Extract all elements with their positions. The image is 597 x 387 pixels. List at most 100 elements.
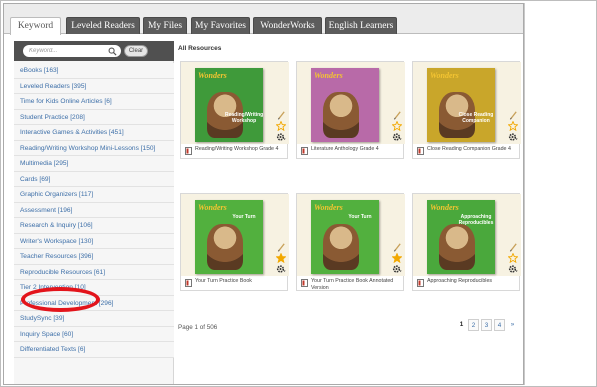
next-page-button[interactable]: » [507, 319, 518, 331]
keyword-search-input[interactable] [23, 45, 121, 57]
category-reproducible-resources[interactable]: Reproducible Resources [61] [14, 264, 174, 280]
category-differentiated-texts[interactable]: Differentiated Texts [6] [14, 342, 174, 358]
cover-area: Wonders Your Turn [181, 194, 289, 276]
edit-pencil-icon[interactable] [509, 110, 517, 120]
favorite-star-icon[interactable] [508, 253, 518, 263]
gear-menu-icon[interactable] [392, 132, 402, 142]
page-count-label: Page 1 of 506 [178, 324, 218, 331]
category-teacher-resources[interactable]: Teacher Resources [396] [14, 249, 174, 265]
category-assessment[interactable]: Assessment [196] [14, 202, 174, 218]
book-cover-image[interactable]: Wonders Your Turn [195, 200, 263, 274]
book-logo: Wonders [314, 71, 343, 80]
favorite-star-filled-icon[interactable] [392, 253, 402, 263]
document-type-icon [417, 279, 424, 287]
page-2-button[interactable]: 2 [468, 319, 479, 331]
section-title: All Resources [178, 45, 222, 52]
tab-bar: Keyword Leveled Readers My Files My Favo… [4, 4, 523, 35]
resource-library-panel: Keyword Leveled Readers My Files My Favo… [3, 3, 524, 385]
book-mascot-illustration [439, 224, 475, 270]
favorite-star-icon[interactable] [276, 121, 286, 131]
book-cover-image[interactable]: Wonders [311, 68, 379, 142]
category-interactive-games[interactable]: Interactive Games & Activities [451] [14, 125, 174, 141]
favorite-star-filled-icon[interactable] [276, 253, 286, 263]
tab-my-files[interactable]: My Files [143, 17, 187, 34]
book-subtitle: Your Turn [232, 214, 256, 220]
gear-menu-icon[interactable] [276, 264, 286, 274]
category-ebooks[interactable]: eBooks [163] [14, 63, 174, 79]
category-studysync[interactable]: StudySync [39] [14, 311, 174, 327]
resource-card[interactable]: Wonders Your Turn Your Turn Practice Book … [296, 193, 405, 291]
resource-card[interactable]: Wonders Literature Anthology Grade 4 [296, 61, 405, 159]
resource-card[interactable]: Wonders Reading/Writing Workshop Reading/W… [180, 61, 289, 159]
category-research-inquiry[interactable]: Research & Inquiry [106] [14, 218, 174, 234]
category-writers-workspace[interactable]: Writer's Workspace [130] [14, 233, 174, 249]
edit-pencil-icon[interactable] [509, 242, 517, 252]
book-logo: Wonders [198, 71, 227, 80]
cover-area: Wonders Close Reading Companion [413, 62, 521, 144]
book-mascot-illustration [207, 224, 243, 270]
document-type-icon [185, 147, 192, 155]
category-graphic-organizers[interactable]: Graphic Organizers [117] [14, 187, 174, 203]
page-3-button[interactable]: 3 [481, 319, 492, 331]
clear-button[interactable]: Clear [124, 45, 148, 57]
category-time-for-kids[interactable]: Time for Kids Online Articles [6] [14, 94, 174, 110]
category-sidebar: Clear eBooks [163] Leveled Readers [395]… [14, 41, 174, 384]
resource-caption[interactable]: Literature Anthology Grade 4 [311, 146, 403, 153]
resource-caption[interactable]: Approaching Reproducibles [427, 278, 519, 285]
category-tier2-intervention[interactable]: Tier 2 Intervention [10] [14, 280, 174, 296]
resource-card[interactable]: Wonders Approaching Reproducibles Approach… [412, 193, 521, 291]
edit-pencil-icon[interactable] [277, 242, 285, 252]
resource-caption[interactable]: Reading/Writing Workshop Grade 4 [195, 146, 287, 153]
gear-menu-icon[interactable] [508, 264, 518, 274]
book-cover-image[interactable]: Wonders Close Reading Companion [427, 68, 495, 142]
category-professional-development[interactable]: Professional Development [296] [14, 295, 174, 311]
edit-pencil-icon[interactable] [393, 242, 401, 252]
book-cover-image[interactable]: Wonders Your Turn [311, 200, 379, 274]
category-student-practice[interactable]: Student Practice [208] [14, 109, 174, 125]
tab-leveled-readers[interactable]: Leveled Readers [66, 17, 140, 34]
cover-area: Wonders Your Turn [297, 194, 405, 276]
book-mascot-illustration [323, 92, 359, 138]
gear-menu-icon[interactable] [508, 132, 518, 142]
category-inquiry-space[interactable]: Inquiry Space [60] [14, 326, 174, 342]
tab-keyword[interactable]: Keyword [10, 17, 61, 35]
resource-caption[interactable]: Your Turn Practice Book [195, 278, 287, 285]
category-list: eBooks [163] Leveled Readers [395] Time … [14, 63, 174, 358]
tab-english-learners[interactable]: English Learners [325, 17, 397, 34]
edit-pencil-icon[interactable] [393, 110, 401, 120]
book-cover-image[interactable]: Wonders Reading/Writing Workshop [195, 68, 263, 142]
book-logo: Wonders [430, 203, 459, 212]
page-1-button[interactable]: 1 [456, 319, 467, 331]
right-divider [524, 3, 525, 385]
gear-menu-icon[interactable] [276, 132, 286, 142]
category-leveled-readers[interactable]: Leveled Readers [395] [14, 78, 174, 94]
page-4-button[interactable]: 4 [494, 319, 505, 331]
document-type-icon [301, 147, 308, 155]
resource-card[interactable]: Wonders Close Reading Companion Close Read… [412, 61, 521, 159]
resource-caption[interactable]: Close Reading Companion Grade 4 [427, 146, 519, 153]
cover-area: Wonders Approaching Reproducibles [413, 194, 521, 276]
cover-area: Wonders [297, 62, 405, 144]
book-subtitle: Reading/Writing Workshop [225, 112, 263, 124]
tab-wonderworks[interactable]: WonderWorks [253, 17, 322, 34]
book-logo: Wonders [314, 203, 343, 212]
category-cards[interactable]: Cards [69] [14, 171, 174, 187]
category-mini-lessons[interactable]: Reading/Writing Workshop Mini-Lessons [1… [14, 140, 174, 156]
book-cover-image[interactable]: Wonders Approaching Reproducibles [427, 200, 495, 274]
resource-card[interactable]: Wonders Your Turn Your Turn Practice Book [180, 193, 289, 291]
cover-area: Wonders Reading/Writing Workshop [181, 62, 289, 144]
resource-grid-panel: All Resources Wonders Reading/Writing Wor… [175, 41, 523, 384]
favorite-star-icon[interactable] [508, 121, 518, 131]
book-logo: Wonders [198, 203, 227, 212]
gear-menu-icon[interactable] [392, 264, 402, 274]
book-subtitle: Approaching Reproducibles [458, 214, 494, 226]
edit-pencil-icon[interactable] [277, 110, 285, 120]
book-subtitle: Close Reading Companion [458, 112, 494, 124]
category-multimedia[interactable]: Multimedia [295] [14, 156, 174, 172]
document-type-icon [417, 147, 424, 155]
search-icon[interactable] [108, 47, 117, 56]
book-subtitle: Your Turn [348, 214, 372, 220]
tab-my-favorites[interactable]: My Favorites [191, 17, 250, 34]
resource-caption[interactable]: Your Turn Practice Book Annotated Versio… [311, 278, 403, 291]
favorite-star-icon[interactable] [392, 121, 402, 131]
